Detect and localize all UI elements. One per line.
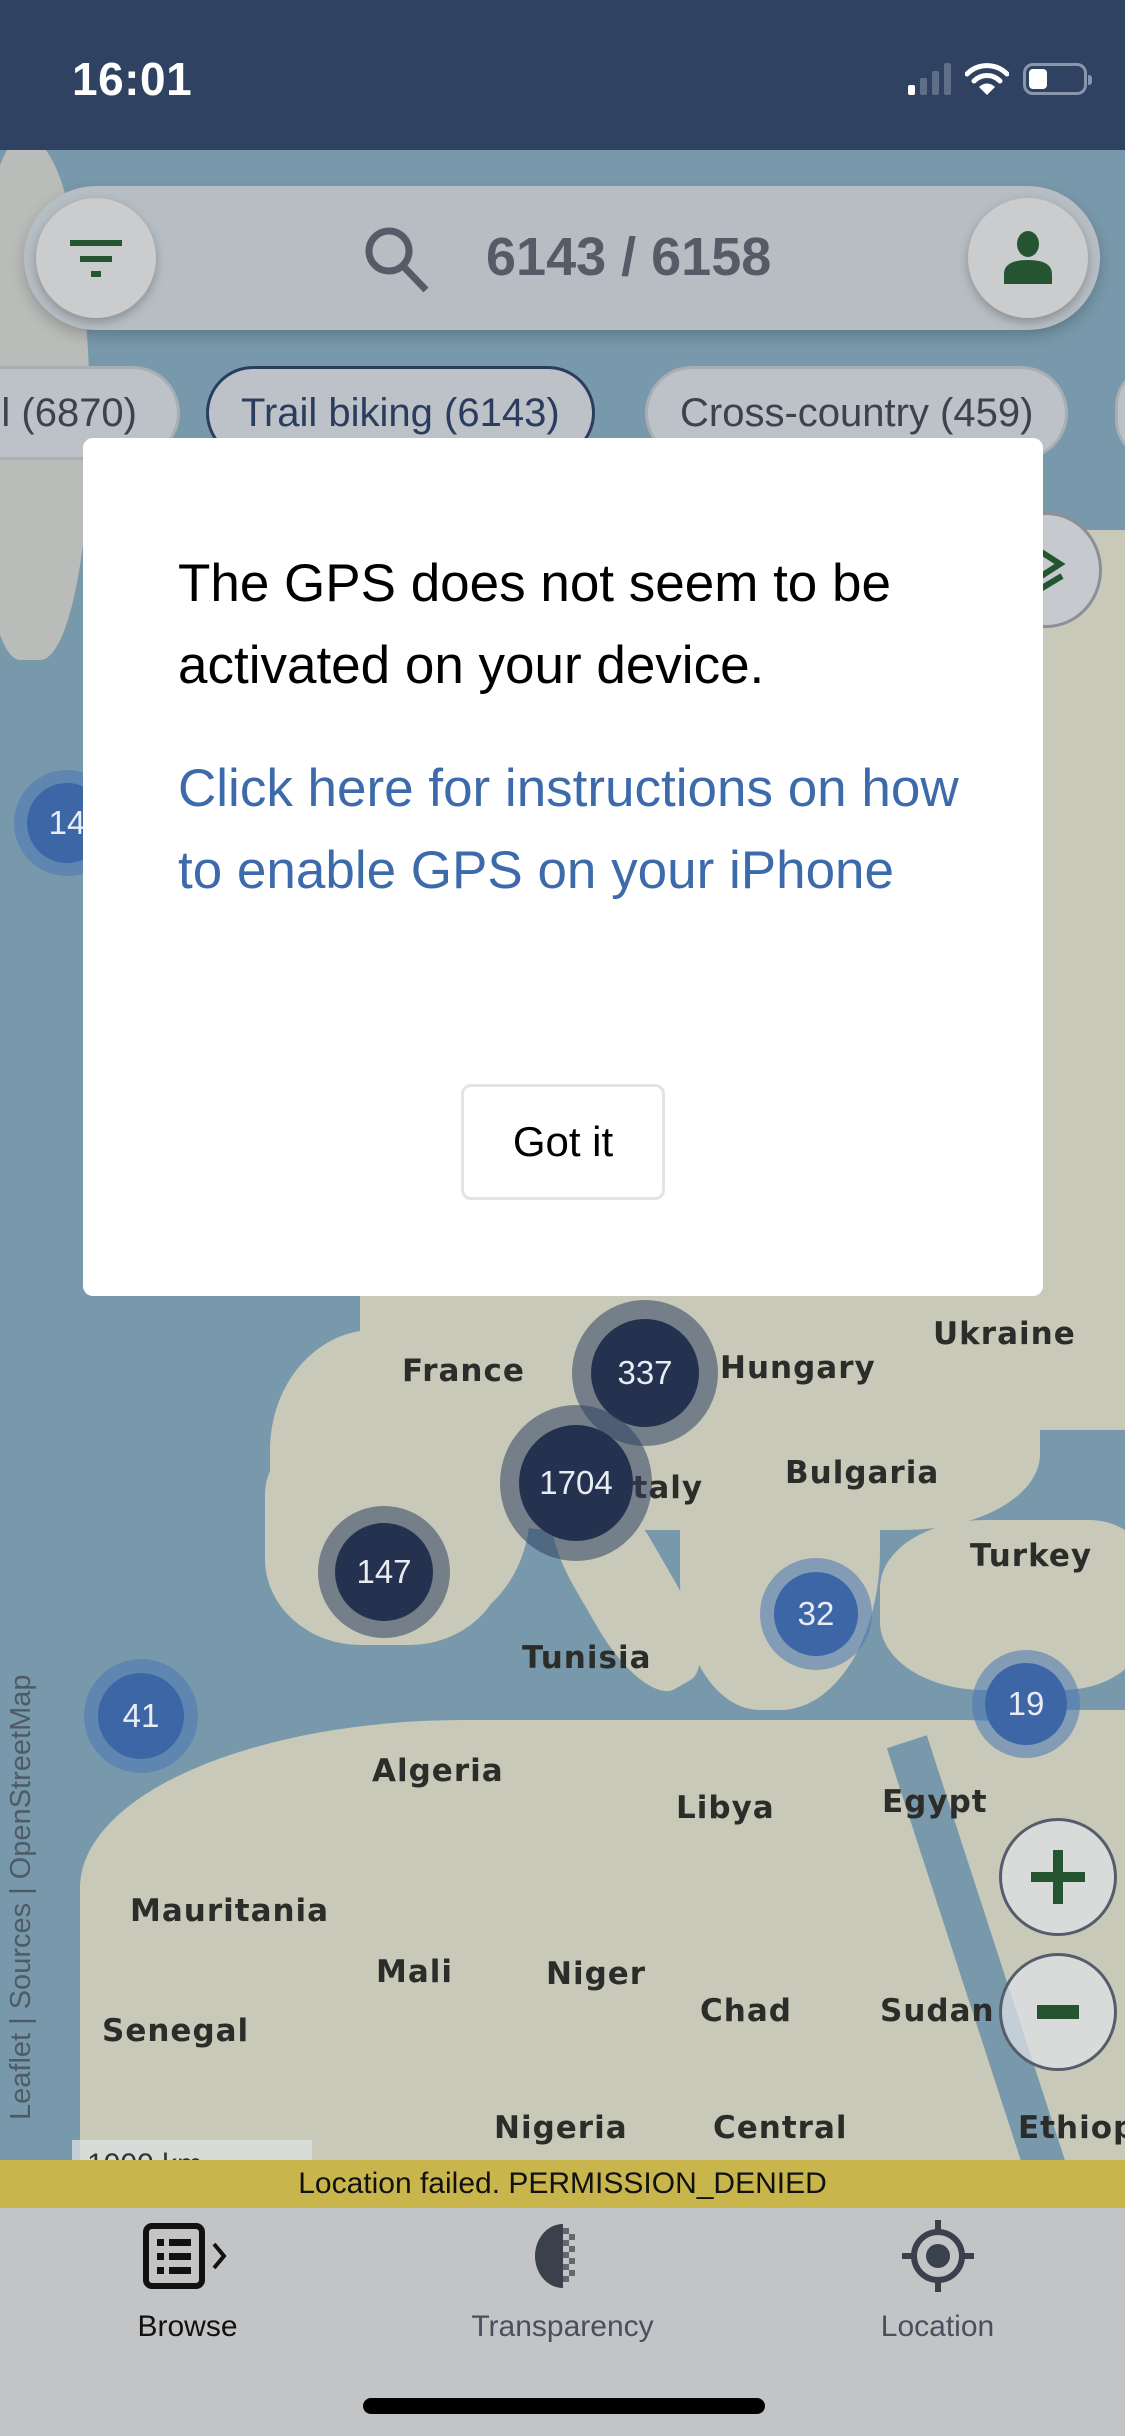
- got-it-button[interactable]: Got it: [461, 1084, 665, 1200]
- status-bar: 16:01: [0, 0, 1125, 150]
- nav-label: Location: [880, 2310, 995, 2343]
- nav-label: Browse: [137, 2310, 238, 2343]
- locate-icon: [901, 2220, 974, 2292]
- status-time: 16:01: [72, 53, 193, 105]
- home-indicator[interactable]: [363, 2398, 765, 2414]
- location-error-toast: Location failed. PERMISSION_DENIED: [0, 2160, 1125, 2208]
- nav-location[interactable]: Location: [750, 2208, 1125, 2368]
- wifi-icon: [965, 63, 1009, 95]
- nav-browse[interactable]: Browse: [0, 2208, 375, 2368]
- transparency-icon: [534, 2224, 575, 2288]
- gps-instructions-link[interactable]: Click here for instructions on how to en…: [178, 748, 968, 912]
- gps-dialog: The GPS does not seem to be activated on…: [83, 438, 1043, 1296]
- list-browse-icon: [142, 2223, 227, 2289]
- nav-label: Transparency: [471, 2310, 654, 2343]
- cellular-signal-icon: [908, 63, 951, 95]
- status-icons: [908, 62, 1092, 96]
- nav-transparency[interactable]: Transparency: [375, 2208, 750, 2368]
- dialog-message: The GPS does not seem to be activated on…: [178, 554, 891, 695]
- battery-icon: [1023, 63, 1092, 95]
